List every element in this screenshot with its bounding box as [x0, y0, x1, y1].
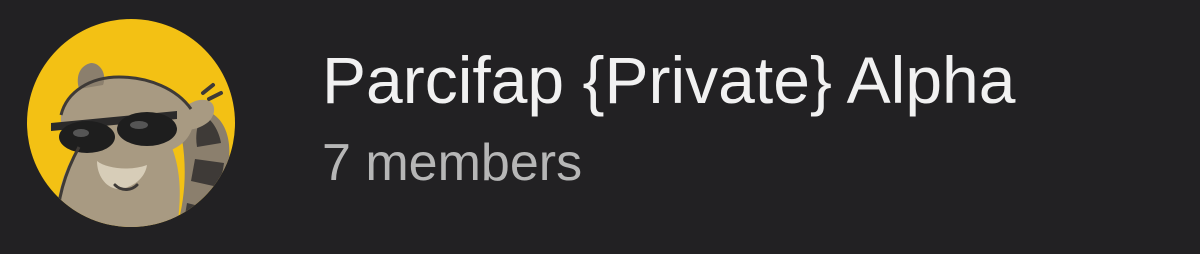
- raccoon-sunglasses-avatar-icon: [27, 19, 235, 227]
- member-count: 7 members: [322, 134, 583, 192]
- chat-info[interactable]: Parcifap {Private} Alpha 7 members: [322, 38, 1182, 196]
- group-avatar[interactable]: [27, 19, 235, 227]
- chat-title: Parcifap {Private} Alpha: [322, 43, 1016, 117]
- chat-header[interactable]: Parcifap {Private} Alpha 7 members: [0, 0, 1200, 254]
